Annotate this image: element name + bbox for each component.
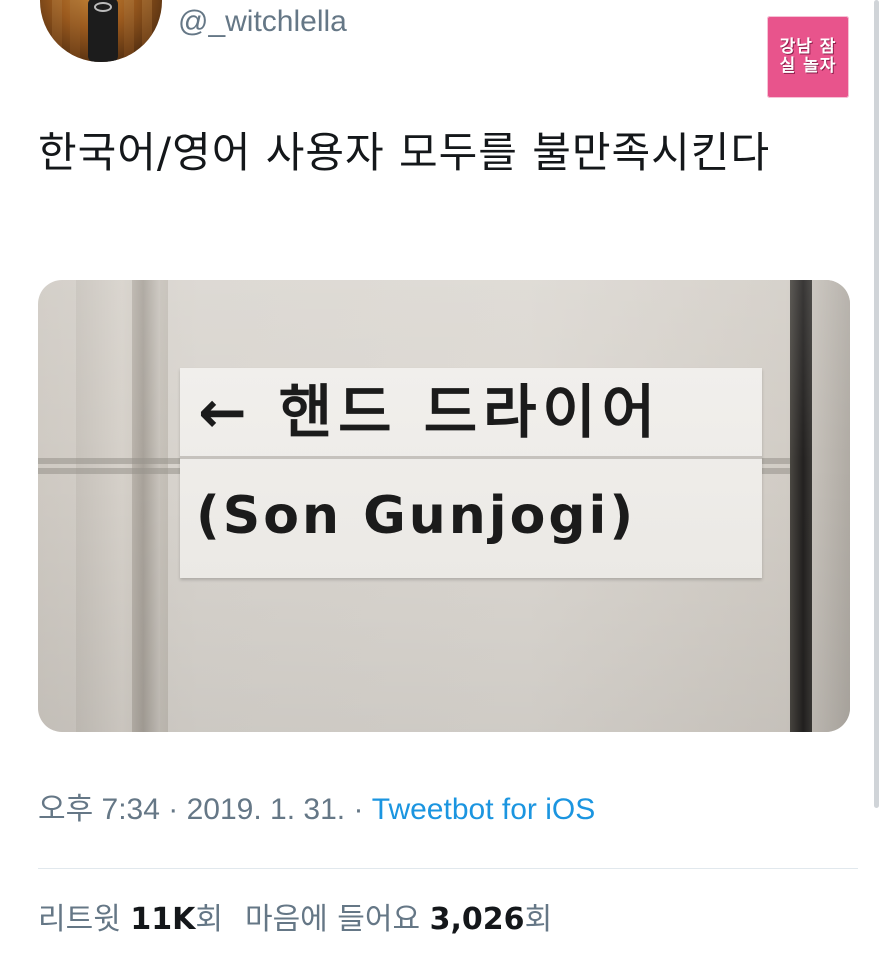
meta-separator: · [168,793,179,826]
scrollbar[interactable] [874,0,879,808]
likes-stat[interactable]: 마음에 들어요 3,026회 [245,902,552,937]
channel-watermark: 강남 잠실 놀자 [767,16,849,98]
tweet-source-link[interactable]: Tweetbot for iOS [372,793,595,826]
retweets-stat[interactable]: 리트윗 11K회 [38,902,223,937]
hair-clip [88,0,118,62]
tweet-photo[interactable]: ← 핸드 드라이어 (Son Gunjogi) [38,280,850,732]
tweet-meta: 오후 7:34 · 2019. 1. 31. · Tweetbot for iO… [38,788,595,832]
tweet-date[interactable]: 2019. 1. 31. [187,793,345,826]
avatar[interactable] [40,0,162,62]
tweet-time[interactable]: 오후 7:34 [38,793,160,826]
likes-unit: 회 [524,902,553,937]
retweets-label: 리트윗 [38,902,121,937]
retweets-unit: 회 [195,902,223,937]
sign-korean-text: ← 핸드 드라이어 [198,378,662,446]
retweets-count: 11K [130,902,196,937]
watermark-text: 강남 잠실 놀자 [779,37,837,76]
likes-label: 마음에 들어요 [244,902,421,937]
meta-separator: · [353,793,364,826]
paper-fold [180,456,762,459]
tweet-stats: 리트윗 11K회 마음에 들어요 3,026회 [38,898,552,942]
likes-count: 3,026 [429,902,525,937]
author-handle[interactable]: @_witchlella [178,0,347,44]
tweet-text: 한국어/영어 사용자 모두를 불만족시킨다 [38,128,771,177]
divider [38,868,858,869]
sign-english-text: (Son Gunjogi) [196,486,637,546]
